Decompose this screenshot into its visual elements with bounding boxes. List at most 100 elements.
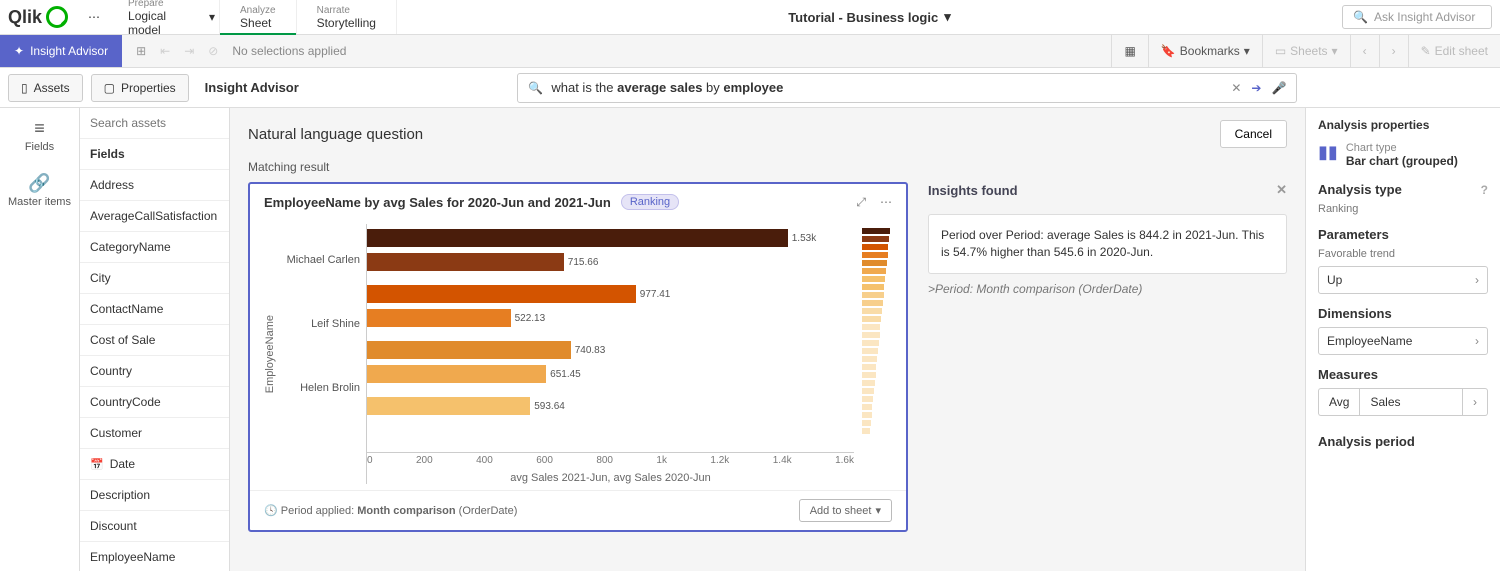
properties-button[interactable]: ▢ Properties <box>91 74 189 102</box>
field-label: Country <box>90 364 132 378</box>
ask-insight-input[interactable]: 🔍 Ask Insight Advisor <box>1342 5 1492 29</box>
add-to-sheet-button[interactable]: Add to sheet▾ <box>799 499 892 522</box>
bar-value-label: 593.64 <box>534 401 565 412</box>
prev-sheet-icon: ‹ <box>1350 35 1379 67</box>
bookmarks-button[interactable]: 🔖 Bookmarks ▾ <box>1148 35 1262 67</box>
favorable-trend-select[interactable]: Up› <box>1318 266 1488 294</box>
bar-value-label: 522.13 <box>515 313 546 324</box>
field-item[interactable]: Discount <box>80 511 229 542</box>
bar[interactable] <box>367 309 511 327</box>
field-label: Customer <box>90 426 142 440</box>
app-title[interactable]: Tutorial - Business logic ▾ <box>397 9 1342 25</box>
field-label: Date <box>110 457 135 471</box>
x-tick-label: 0 <box>367 455 373 466</box>
nav-prepare[interactable]: Prepare Logical model ▾ <box>108 0 220 34</box>
search-assets-input[interactable] <box>90 116 219 130</box>
chevron-right-icon: › <box>1463 388 1488 416</box>
chart-minimap[interactable] <box>862 224 892 484</box>
clock-icon: 🕓 <box>264 505 278 517</box>
cancel-button[interactable]: Cancel <box>1220 120 1287 148</box>
insight-text: Period over Period: average Sales is 844… <box>928 214 1287 274</box>
step-back-icon[interactable]: ⇤ <box>160 44 170 58</box>
close-icon[interactable]: ✕ <box>1276 182 1287 198</box>
chevron-right-icon: › <box>1475 334 1479 348</box>
submit-icon[interactable]: ➔ <box>1251 81 1261 95</box>
measures-heading: Measures <box>1318 367 1488 382</box>
bar[interactable] <box>367 285 636 303</box>
nav-narrate[interactable]: Narrate Storytelling <box>297 0 397 34</box>
bar-row: 715.66 <box>367 252 854 272</box>
y-tick-label: Michael Carlen <box>276 228 366 292</box>
field-item[interactable]: Date <box>80 449 229 480</box>
search-query-text: what is the average sales by employee <box>551 80 1221 95</box>
nl-search-input[interactable]: 🔍 what is the average sales by employee … <box>517 73 1297 103</box>
rail-fields[interactable]: ≡ Fields <box>0 108 79 163</box>
bar[interactable] <box>367 253 564 271</box>
clear-icon[interactable]: ✕ <box>1231 81 1241 95</box>
chart-type-value: Bar chart (grouped) <box>1346 154 1458 168</box>
x-tick-label: 600 <box>536 455 553 466</box>
assets-button[interactable]: ▯ Assets <box>8 74 83 102</box>
field-item[interactable]: Customer <box>80 418 229 449</box>
insight-advisor-button[interactable]: ✦ Insight Advisor <box>0 35 122 67</box>
x-tick-label: 1k <box>656 455 667 466</box>
field-item[interactable]: EmployeeName <box>80 542 229 571</box>
more-icon[interactable]: ⋯ <box>880 195 892 210</box>
field-item[interactable]: ContactName <box>80 294 229 325</box>
rail-master-items[interactable]: 🔗 Master items <box>0 163 79 218</box>
field-item[interactable]: Description <box>80 480 229 511</box>
chart-title: EmployeeName by avg Sales for 2020-Jun a… <box>264 195 611 210</box>
y-tick-label: Helen Brolin <box>276 356 366 420</box>
clear-sel-icon[interactable]: ⊘ <box>208 44 218 58</box>
bar-row: 651.45 <box>367 364 854 384</box>
period-value: Month comparison <box>357 505 455 517</box>
bar[interactable] <box>367 365 546 383</box>
chevron-down-icon: ▾ <box>1332 44 1338 58</box>
field-label: City <box>90 271 111 285</box>
field-item[interactable]: City <box>80 263 229 294</box>
sheet-icon: ▭ <box>1275 44 1286 58</box>
field-item[interactable]: Cost of Sale <box>80 325 229 356</box>
field-item[interactable]: CategoryName <box>80 232 229 263</box>
x-tick-label: 1.2k <box>710 455 729 466</box>
mic-icon[interactable]: 🎤 <box>1271 81 1286 95</box>
help-icon[interactable]: ? <box>1481 183 1488 197</box>
analysis-type-value: Ranking <box>1318 203 1488 215</box>
bar-row: 977.41 <box>367 284 854 304</box>
period-label: Period applied: <box>281 505 354 517</box>
chevron-right-icon: › <box>1475 273 1479 287</box>
field-label: Description <box>90 488 150 502</box>
analysis-properties-heading: Analysis properties <box>1318 118 1488 132</box>
next-sheet-icon: › <box>1379 35 1408 67</box>
smart-search-icon[interactable]: ⊞ <box>136 44 146 58</box>
field-item[interactable]: Address <box>80 170 229 201</box>
bar[interactable] <box>367 397 530 415</box>
x-tick-label: 800 <box>596 455 613 466</box>
analysis-type-heading: Analysis type <box>1318 182 1402 197</box>
qlik-logo[interactable]: Qlik <box>8 6 68 28</box>
expand-icon[interactable]: ⤢ <box>856 195 866 210</box>
chevron-down-icon: ▾ <box>1244 44 1250 58</box>
bar-value-label: 715.66 <box>568 257 599 268</box>
step-fwd-icon[interactable]: ⇥ <box>184 44 194 58</box>
x-axis-label: avg Sales 2021-Jun, avg Sales 2020-Jun <box>367 472 854 484</box>
nav-analyze[interactable]: Analyze Sheet <box>220 0 297 34</box>
measure-select[interactable]: Avg Sales › <box>1318 388 1488 416</box>
global-menu-icon[interactable]: ⋯ <box>80 3 108 31</box>
bar-row: 522.13 <box>367 308 854 328</box>
chevron-down-icon: ▾ <box>875 504 881 517</box>
selections-tool-icon[interactable]: ▦ <box>1111 35 1147 67</box>
dimension-select[interactable]: EmployeeName› <box>1318 327 1488 355</box>
field-item[interactable]: AverageCallSatisfaction <box>80 201 229 232</box>
x-tick-label: 200 <box>416 455 433 466</box>
field-label: Cost of Sale <box>90 333 155 347</box>
bar-row: 593.64 <box>367 396 854 416</box>
field-label: CategoryName <box>90 240 171 254</box>
bar-row: 1.53k <box>367 228 854 248</box>
bar[interactable] <box>367 229 788 247</box>
field-item[interactable]: CountryCode <box>80 387 229 418</box>
search-icon: 🔍 <box>1353 10 1368 24</box>
field-item[interactable]: Country <box>80 356 229 387</box>
insight-subtext: >Period: Month comparison (OrderDate) <box>928 282 1287 296</box>
bar[interactable] <box>367 341 571 359</box>
